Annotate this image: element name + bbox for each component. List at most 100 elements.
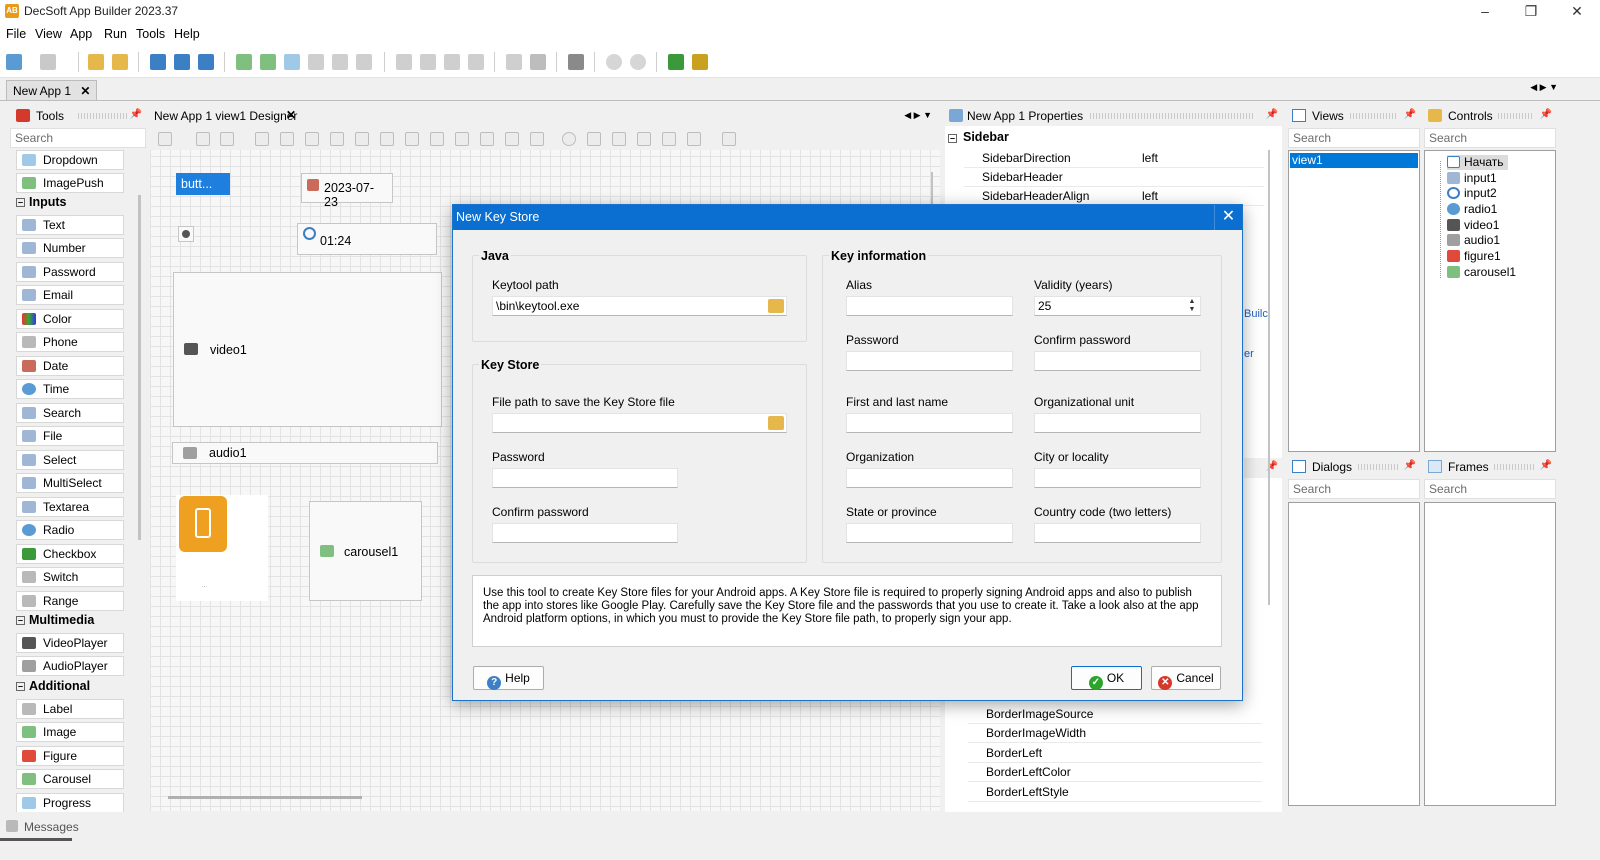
unlock-icon[interactable] — [220, 132, 234, 146]
paste-control-icon[interactable] — [612, 132, 626, 146]
control-item[interactable]: carousel1 — [1447, 265, 1516, 280]
paste-icon[interactable] — [444, 54, 460, 70]
same-height-icon[interactable] — [430, 132, 444, 146]
open-folder-icon[interactable] — [88, 54, 104, 70]
pin-icon[interactable]: 📌 — [1266, 109, 1278, 120]
tab-new-app-1[interactable]: New App 1 ✕ — [6, 80, 98, 100]
view-item[interactable]: view1 — [1290, 153, 1418, 168]
design-audio[interactable]: audio1 — [172, 442, 438, 464]
recent-icon[interactable] — [40, 54, 56, 70]
ok-button[interactable]: ✓ OK — [1071, 666, 1142, 690]
minimize-button[interactable]: – — [1462, 0, 1508, 24]
send-back-icon[interactable] — [505, 132, 519, 146]
pin-icon[interactable]: 📌 — [1540, 109, 1552, 120]
cancel-button[interactable]: ✕ Cancel — [1151, 666, 1221, 690]
keystore-confirm-input[interactable] — [492, 523, 678, 543]
organization-input[interactable] — [846, 468, 1013, 488]
control-item[interactable]: Начать — [1447, 155, 1508, 170]
control-item[interactable]: video1 — [1447, 218, 1499, 233]
alias-input[interactable] — [846, 296, 1013, 316]
tool-switch[interactable]: Switch — [16, 567, 124, 587]
add-view-icon[interactable] — [236, 54, 252, 70]
remove-view-icon[interactable] — [308, 54, 324, 70]
prop-row[interactable]: SidebarDirection left — [964, 149, 1264, 168]
validity-stepper[interactable]: 25 ▲ ▼ — [1034, 296, 1201, 316]
tool-date[interactable]: Date — [16, 356, 124, 376]
menu-help[interactable]: Help — [174, 27, 200, 41]
design-video[interactable]: video1 — [173, 272, 442, 427]
align-right-icon[interactable] — [305, 132, 319, 146]
prop-row[interactable]: BorderImageSource — [968, 705, 1262, 724]
add-frame-icon[interactable] — [284, 54, 300, 70]
align-center-icon[interactable] — [280, 132, 294, 146]
state-input[interactable] — [846, 523, 1013, 543]
close-tab-icon[interactable]: ✕ — [80, 84, 90, 98]
copy-icon[interactable] — [420, 54, 436, 70]
pin-icon[interactable]: 📌 — [1404, 109, 1416, 120]
design-time-input[interactable]: 01:24 — [297, 223, 437, 255]
tool-radio[interactable]: Radio — [16, 520, 124, 540]
tool-password[interactable]: Password — [16, 262, 124, 282]
controls-search-input[interactable]: Search — [1424, 128, 1556, 148]
cut-icon[interactable] — [396, 54, 412, 70]
remove-dialog-icon[interactable] — [332, 54, 348, 70]
run-icon[interactable] — [606, 54, 622, 70]
keytool-path-input[interactable]: \bin\keytool.exe — [492, 296, 787, 316]
control-item[interactable]: input2 — [1447, 186, 1497, 201]
dialogs-search-input[interactable]: Search — [1288, 479, 1420, 499]
undo-control-icon[interactable] — [687, 132, 701, 146]
tools-search-input[interactable]: Search — [10, 128, 146, 148]
keystore-filepath-input[interactable] — [492, 413, 787, 433]
country-input[interactable] — [1034, 523, 1201, 543]
spin-arrows-icon[interactable]: ▲ ▼ — [1186, 298, 1198, 314]
pin-icon[interactable]: 📌 — [130, 109, 142, 120]
design-button[interactable]: butt... — [176, 173, 230, 195]
pin-icon[interactable]: 📌 — [1540, 460, 1552, 471]
prop-row[interactable]: BorderLeftStyle — [968, 783, 1262, 802]
tab-scroll-arrows-icon[interactable]: ◀ ▶ ▼ — [1530, 82, 1558, 93]
menu-view[interactable]: View — [35, 27, 62, 41]
remove-frame-icon[interactable] — [356, 54, 372, 70]
keystore-password-input[interactable] — [492, 468, 678, 488]
lock-icon[interactable] — [196, 132, 210, 146]
tool-dropdown[interactable]: Dropdown — [16, 150, 124, 170]
tool-carousel[interactable]: Carousel — [16, 769, 124, 789]
properties-section[interactable]: – Sidebar — [948, 130, 1009, 144]
align-left-icon[interactable] — [255, 132, 269, 146]
tool-figure[interactable]: Figure — [16, 746, 124, 766]
category-multimedia[interactable]: – Multimedia — [16, 613, 94, 627]
tool-checkbox[interactable]: Checkbox — [16, 544, 124, 564]
tool-progress[interactable]: Progress — [16, 793, 124, 813]
name-input[interactable] — [846, 413, 1013, 433]
tool-text[interactable]: Text — [16, 215, 124, 235]
control-item[interactable]: audio1 — [1447, 233, 1500, 248]
tool-textarea[interactable]: Textarea — [16, 497, 124, 517]
align-top-icon[interactable] — [330, 132, 344, 146]
save-as-icon[interactable] — [174, 54, 190, 70]
properties-icon[interactable] — [530, 54, 546, 70]
key-password-input[interactable] — [846, 351, 1013, 371]
cut-control-icon[interactable] — [637, 132, 651, 146]
tool-range[interactable]: Range — [16, 591, 124, 611]
control-item[interactable]: figure1 — [1447, 249, 1501, 264]
tool-search[interactable]: Search — [16, 403, 124, 423]
align-bottom-icon[interactable] — [380, 132, 394, 146]
align-middle-icon[interactable] — [355, 132, 369, 146]
maximize-button[interactable]: ❐ — [1508, 0, 1554, 24]
pin-icon[interactable]: 📌 — [1404, 460, 1416, 471]
bring-front-icon[interactable] — [480, 132, 494, 146]
tool-time[interactable]: Time — [16, 379, 124, 399]
close-window-button[interactable]: ✕ — [1554, 0, 1600, 24]
prop-row[interactable]: BorderLeft — [968, 744, 1262, 763]
control-item[interactable]: radio1 — [1447, 202, 1497, 217]
tool-phone[interactable]: Phone — [16, 332, 124, 352]
tool-label[interactable]: Label — [16, 699, 124, 719]
delete-icon[interactable] — [468, 54, 484, 70]
open-folder-icon[interactable] — [112, 54, 128, 70]
browse-folder-icon[interactable] — [768, 416, 784, 430]
control-item[interactable]: input1 — [1447, 171, 1497, 186]
sort-icon[interactable] — [530, 132, 544, 146]
tools-scrollbar[interactable] — [138, 195, 141, 540]
stop-icon[interactable] — [630, 54, 646, 70]
tool-file[interactable]: File — [16, 426, 124, 446]
